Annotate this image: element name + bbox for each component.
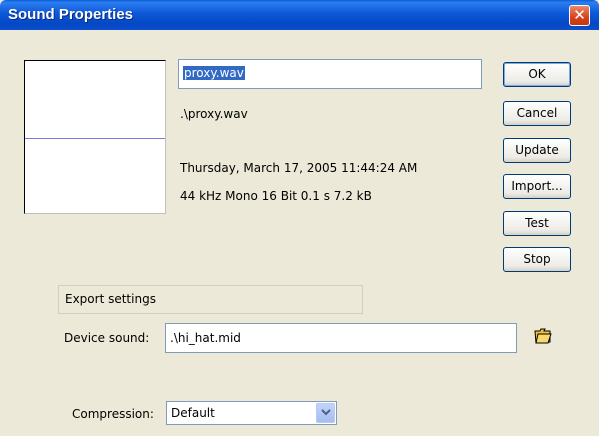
device-sound-value: .\hi_hat.mid (170, 331, 241, 345)
sound-name-value: proxy.wav (183, 66, 245, 80)
compression-select[interactable]: Default (166, 401, 337, 425)
cancel-button[interactable]: Cancel (503, 101, 571, 126)
sound-date: Thursday, March 17, 2005 11:44:24 AM (180, 161, 418, 175)
sound-format: 44 kHz Mono 16 Bit 0.1 s 7.2 kB (180, 189, 372, 203)
sound-name-input[interactable]: proxy.wav (178, 59, 482, 89)
folder-icon[interactable] (533, 326, 553, 346)
ok-button[interactable]: OK (503, 62, 571, 87)
waveform-line (25, 138, 165, 139)
sound-path: .\proxy.wav (180, 107, 248, 121)
export-settings-label: Export settings (65, 292, 156, 306)
close-icon: ✕ (573, 6, 586, 24)
stop-button[interactable]: Stop (503, 247, 571, 272)
compression-label: Compression: (72, 407, 154, 421)
chevron-down-icon[interactable] (316, 403, 335, 423)
device-sound-label: Device sound: (64, 331, 150, 345)
import-button[interactable]: Import... (503, 174, 571, 199)
device-sound-input[interactable]: .\hi_hat.mid (165, 323, 517, 353)
window-title: Sound Properties (8, 6, 134, 23)
update-button[interactable]: Update (503, 138, 571, 163)
export-settings-group: Export settings (58, 285, 363, 314)
close-button[interactable]: ✕ (569, 5, 590, 26)
compression-value: Default (171, 406, 215, 420)
test-button[interactable]: Test (503, 211, 571, 236)
title-bar: Sound Properties ✕ (0, 0, 599, 30)
waveform-preview (24, 60, 166, 214)
